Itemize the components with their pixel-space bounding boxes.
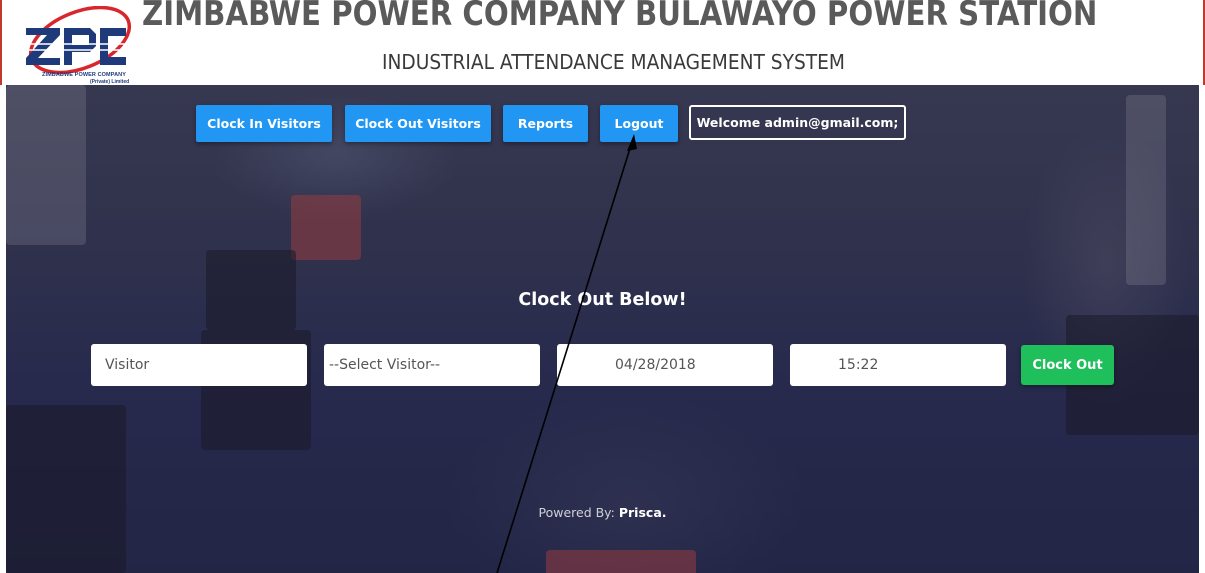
powered-by-footer: Powered By: Prisca. bbox=[0, 505, 1205, 520]
page-subtitle: INDUSTRIAL ATTENDANCE MANAGEMENT SYSTEM bbox=[382, 50, 845, 74]
welcome-badge: Welcome admin@gmail.com; bbox=[689, 105, 906, 140]
background-shape bbox=[291, 195, 361, 260]
site-header: ZIMBABWE POWER COMPANY (Private) Limited… bbox=[0, 0, 1205, 85]
background-shape bbox=[546, 550, 696, 573]
time-input[interactable]: 15:22 bbox=[790, 344, 1006, 386]
logo-caption-company: ZIMBABWE POWER COMPANY bbox=[42, 72, 126, 78]
zpc-logo: ZIMBABWE POWER COMPANY (Private) Limited bbox=[20, 5, 132, 86]
powered-by-label: Powered By: bbox=[538, 505, 619, 520]
logout-button[interactable]: Logout bbox=[600, 105, 678, 142]
page-title: ZIMBABWE POWER COMPANY BULAWAYO POWER ST… bbox=[142, 0, 1098, 34]
visitor-input[interactable]: Visitor bbox=[91, 344, 307, 386]
reports-button[interactable]: Reports bbox=[503, 105, 588, 142]
powered-by-name: Prisca. bbox=[618, 505, 667, 520]
select-visitor-dropdown[interactable]: --Select Visitor-- bbox=[324, 344, 540, 386]
clock-out-visitors-button[interactable]: Clock Out Visitors bbox=[345, 105, 491, 142]
hero-background bbox=[6, 85, 1199, 573]
background-shape bbox=[6, 405, 126, 573]
clock-out-heading: Clock Out Below! bbox=[518, 290, 687, 310]
clock-in-visitors-button[interactable]: Clock In Visitors bbox=[196, 105, 332, 142]
date-input[interactable]: 04/28/2018 bbox=[557, 344, 773, 386]
clock-out-button[interactable]: Clock Out bbox=[1021, 345, 1114, 385]
background-shape bbox=[1126, 95, 1166, 285]
background-shape bbox=[6, 85, 86, 245]
